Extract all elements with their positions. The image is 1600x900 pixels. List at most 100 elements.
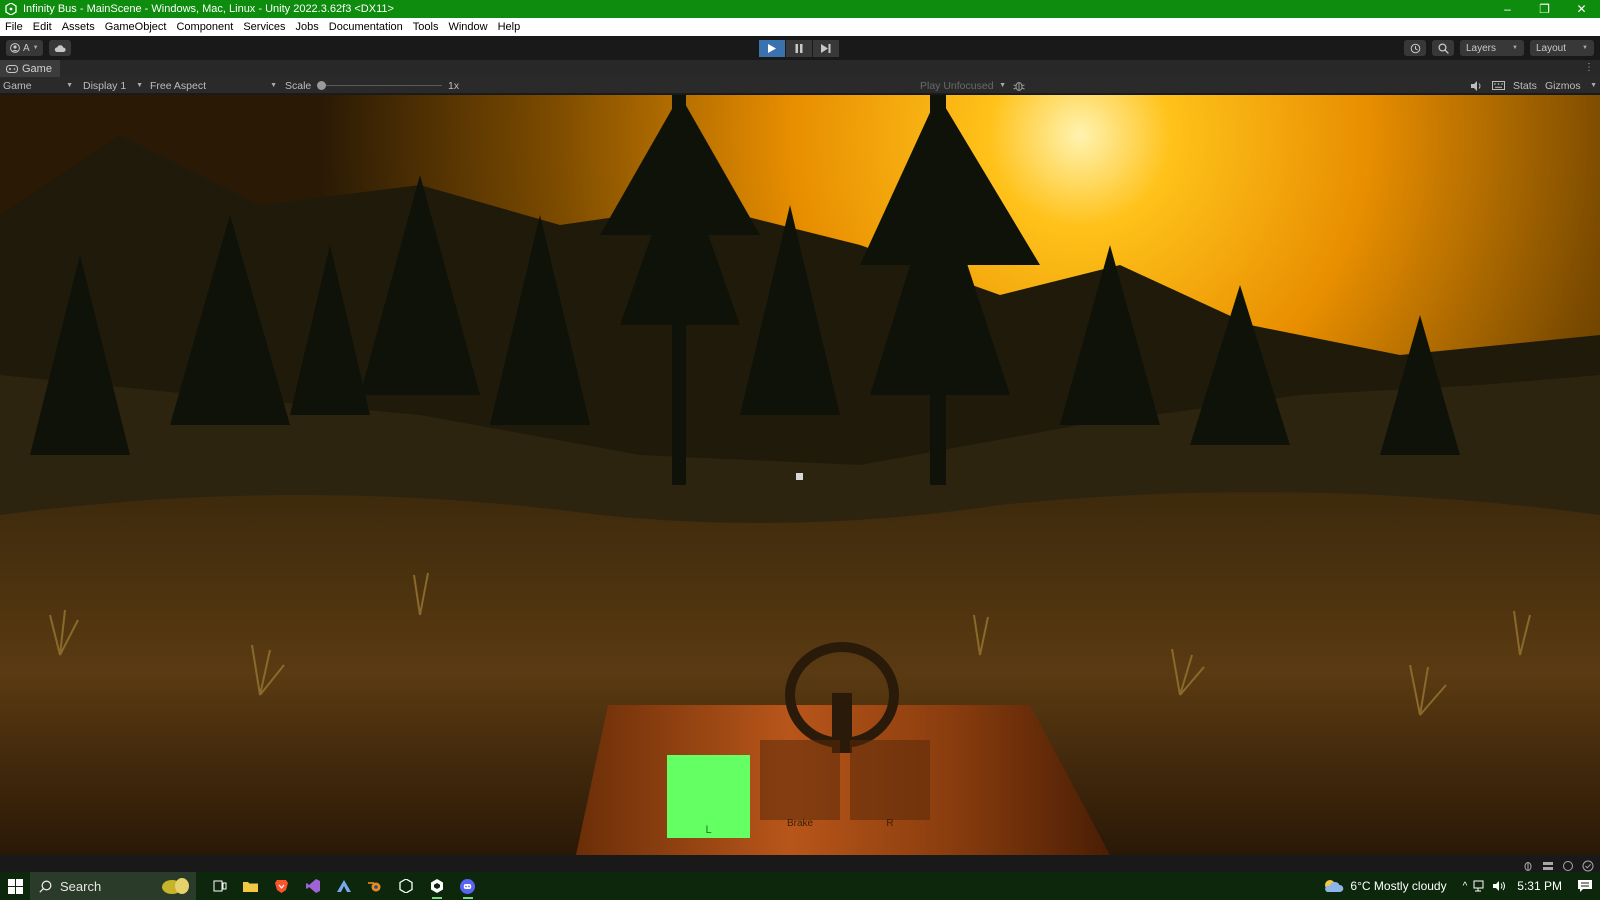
- brake-indicator-label: Brake: [786, 818, 814, 829]
- search-icon: [39, 880, 52, 893]
- menu-jobs[interactable]: Jobs: [291, 18, 324, 36]
- debug-icon[interactable]: [1522, 859, 1534, 871]
- tab-game[interactable]: Game: [0, 60, 60, 77]
- left-turn-indicator: L: [667, 755, 750, 838]
- menu-tools[interactable]: Tools: [408, 18, 444, 36]
- account-dropdown[interactable]: A ▼: [6, 40, 43, 56]
- cloud-button[interactable]: [48, 40, 71, 56]
- frame-debugger-button[interactable]: [1013, 77, 1025, 94]
- step-icon: [821, 44, 831, 53]
- mute-audio-button[interactable]: [1471, 77, 1483, 94]
- layers-dropdown[interactable]: Layers ▼: [1460, 40, 1524, 56]
- panel-menu-icon[interactable]: ⋮: [1584, 62, 1594, 73]
- search-highlight-icon: [162, 878, 189, 894]
- view-mode-dropdown[interactable]: Game ▼: [3, 77, 73, 94]
- right-indicator-label: R: [886, 818, 894, 829]
- chevron-down-icon: ▼: [32, 45, 39, 51]
- discord-icon[interactable]: [452, 872, 483, 900]
- menu-edit[interactable]: Edit: [28, 18, 57, 36]
- scale-value: 1x: [448, 79, 460, 92]
- right-indicator-panel: [850, 740, 930, 820]
- gizmos-label: Gizmos: [1545, 79, 1581, 92]
- taskbar-apps: [204, 872, 483, 900]
- play-icon: [768, 44, 776, 53]
- restore-button[interactable]: ❐: [1526, 0, 1563, 18]
- clock-time[interactable]: 5:31 PM: [1517, 879, 1562, 893]
- cache-server-icon[interactable]: [1542, 859, 1554, 871]
- game-viewport[interactable]: L Brake R: [0, 95, 1600, 855]
- system-tray: 6°C Mostly cloudy ^ 5:31 PM: [1322, 872, 1600, 900]
- search-button[interactable]: [1432, 40, 1454, 56]
- window-title: Infinity Bus - MainScene - Windows, Mac,…: [23, 3, 394, 15]
- keyboard-icon: [1492, 81, 1505, 90]
- taskbar-search[interactable]: Search: [30, 872, 196, 900]
- bug-icon: [1013, 81, 1025, 91]
- gizmos-dropdown[interactable]: Gizmos ▼: [1545, 77, 1597, 94]
- menu-component[interactable]: Component: [171, 18, 238, 36]
- pause-button[interactable]: [786, 40, 812, 57]
- unity-editor-icon[interactable]: [421, 872, 452, 900]
- visual-studio-icon[interactable]: [297, 872, 328, 900]
- unity-hub-icon[interactable]: [390, 872, 421, 900]
- play-button[interactable]: [759, 40, 785, 57]
- layout-dropdown[interactable]: Layout ▼: [1530, 40, 1594, 56]
- volume-icon[interactable]: [1493, 880, 1507, 892]
- chevron-down-icon: ▼: [1512, 45, 1518, 51]
- menu-window[interactable]: Window: [443, 18, 492, 36]
- step-button[interactable]: [813, 40, 839, 57]
- chevron-up-icon[interactable]: ^: [1463, 881, 1468, 892]
- weather-text[interactable]: 6°C Mostly cloudy: [1350, 879, 1446, 893]
- menu-file[interactable]: File: [0, 18, 28, 36]
- chevron-down-icon: ▼: [999, 82, 1006, 89]
- play-controls: [759, 40, 839, 57]
- close-button[interactable]: ✕: [1563, 0, 1600, 18]
- notifications-icon[interactable]: [1578, 879, 1592, 893]
- menu-services[interactable]: Services: [238, 18, 290, 36]
- menu-gameobject[interactable]: GameObject: [100, 18, 172, 36]
- menu-assets[interactable]: Assets: [57, 18, 100, 36]
- start-button[interactable]: [0, 872, 30, 900]
- window-title-bar: Infinity Bus - MainScene - Windows, Mac,…: [0, 0, 1600, 18]
- blender-icon[interactable]: [359, 872, 390, 900]
- history-icon: [1410, 43, 1420, 53]
- search-placeholder: Search: [60, 878, 102, 894]
- play-mode-label: Play Unfocused: [920, 79, 994, 92]
- menu-bar: File Edit Assets GameObject Component Se…: [0, 18, 1600, 36]
- menu-help[interactable]: Help: [493, 18, 526, 36]
- brave-browser-icon[interactable]: [266, 872, 297, 900]
- scale-slider-handle[interactable]: [317, 81, 326, 90]
- chevron-down-icon: ▼: [1582, 45, 1588, 51]
- pause-icon: [795, 44, 803, 53]
- speaker-icon: [1471, 80, 1481, 91]
- layers-label: Layers: [1466, 42, 1497, 54]
- display-label: Display 1: [83, 79, 127, 92]
- view-mode-label: Game: [3, 79, 32, 92]
- cloud-weather-icon: [1325, 880, 1344, 892]
- shortcuts-button[interactable]: [1492, 77, 1505, 94]
- affinity-icon[interactable]: [328, 872, 359, 900]
- undo-history-button[interactable]: [1404, 40, 1426, 56]
- game-view-toolbar: Game ▼ Display 1 ▼ Free Aspect ▼ Scale 1…: [0, 77, 1600, 94]
- chevron-down-icon: ▼: [1590, 82, 1597, 89]
- play-mode-dropdown[interactable]: Play Unfocused ▼: [920, 77, 1006, 94]
- chevron-down-icon: ▼: [136, 82, 143, 89]
- network-icon[interactable]: [1473, 880, 1487, 892]
- minimize-button[interactable]: –: [1489, 0, 1526, 18]
- chevron-down-icon: ▼: [270, 82, 277, 89]
- unity-logo-icon: [5, 3, 17, 15]
- progress-icon[interactable]: [1562, 859, 1574, 871]
- aspect-dropdown[interactable]: Free Aspect ▼: [150, 77, 277, 94]
- menu-documentation[interactable]: Documentation: [324, 18, 408, 36]
- scale-slider-track[interactable]: [322, 85, 442, 86]
- check-icon[interactable]: [1582, 859, 1594, 872]
- task-view-icon[interactable]: [204, 872, 235, 900]
- brake-indicator-panel: [760, 740, 840, 820]
- display-dropdown[interactable]: Display 1 ▼: [83, 77, 143, 94]
- aspect-label: Free Aspect: [150, 79, 207, 92]
- file-explorer-icon[interactable]: [235, 872, 266, 900]
- tab-game-label: Game: [22, 62, 52, 75]
- gamepad-icon: [6, 64, 18, 73]
- crosshair: [796, 473, 803, 480]
- stats-button[interactable]: Stats: [1513, 77, 1537, 94]
- account-icon: [10, 43, 20, 53]
